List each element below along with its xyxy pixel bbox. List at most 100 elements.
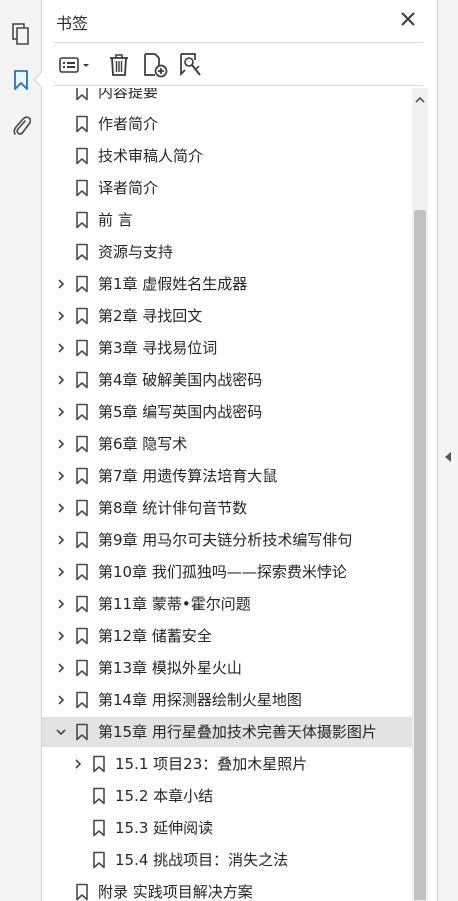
bookmark-label: 15.3 延伸阅读 [115,819,214,837]
pages-thumbnails-button[interactable] [0,16,42,52]
add-bookmark-icon [144,53,168,78]
bookmark-item[interactable]: 15.3 延伸阅读 [42,813,412,843]
bookmark-item[interactable]: 第14章 用探测器绘制火星地图 [42,685,412,715]
trash-icon [110,54,128,76]
chevron-right-icon[interactable] [54,277,68,291]
bookmark-item[interactable]: 15.4 挑战项目：消失之法 [42,845,412,875]
bookmark-item[interactable]: 第9章 用马尔可夫链分析技术编写俳句 [42,525,412,555]
chevron-right-icon[interactable] [54,597,68,611]
bookmark-item[interactable]: 内容提要 [42,88,412,107]
bookmark-item[interactable]: 第2章 寻找回文 [42,301,412,331]
bookmark-item[interactable]: 第8章 统计俳句音节数 [42,493,412,523]
chevron-right-icon[interactable] [54,469,68,483]
bookmark-label: 第11章 蒙蒂•霍尔问题 [98,595,251,613]
bookmark-item[interactable]: 作者简介 [42,109,412,139]
chevron-right-icon[interactable] [54,309,68,323]
chevron-down-icon[interactable] [54,725,68,739]
bookmark-label: 资源与支持 [98,243,174,261]
chevron-right-icon[interactable] [54,341,68,355]
bookmark-label: 第13章 模拟外星火山 [98,659,242,677]
bookmark-icon [75,371,89,389]
close-icon [401,12,415,26]
bookmarks-panel: 书签 内容提要 作者简介 技术审稿人简介 译者简介 前 言 资源与支持 第1章 … [42,0,437,901]
delete-bookmark-button[interactable] [106,51,132,79]
bookmark-icon [75,563,89,581]
bookmark-item[interactable]: 技术审稿人简介 [42,141,412,171]
chevron-right-icon[interactable] [54,693,68,707]
chevron-up-icon [415,96,425,103]
bookmark-label: 第10章 我们孤独吗——探索费米悖论 [98,563,347,581]
bookmark-item[interactable]: 前 言 [42,205,412,235]
bookmark-item[interactable]: 15.1 项目23：叠加木星照片 [42,749,412,779]
chevron-right-icon[interactable] [54,405,68,419]
bookmark-label: 作者简介 [98,115,159,133]
bookmark-icon [75,403,89,421]
search-bookmark-icon [180,53,201,77]
bookmark-label: 第1章 虚假姓名生成器 [98,275,248,293]
chevron-right-icon[interactable] [54,629,68,643]
bookmark-icon [75,307,89,325]
bookmark-icon [92,851,106,869]
bookmark-icon [75,115,89,133]
bookmark-item[interactable]: 15.2 本章小结 [42,781,412,811]
bookmark-item[interactable]: 第1章 虚假姓名生成器 [42,269,412,299]
scroll-up-button[interactable] [412,92,428,108]
collapse-panel-button[interactable] [442,450,454,464]
chevron-right-icon[interactable] [54,533,68,547]
bookmark-icon [75,275,89,293]
bookmark-label: 第6章 隐写术 [98,435,188,453]
bookmark-icon [92,787,106,805]
panel-title: 书签 [56,14,89,33]
bookmark-item[interactable]: 第11章 蒙蒂•霍尔问题 [42,589,412,619]
bookmark-label: 第14章 用探测器绘制火星地图 [98,691,302,709]
chevron-right-icon[interactable] [54,565,68,579]
bookmark-icon [75,499,89,517]
bookmark-item[interactable]: 第3章 寻找易位词 [42,333,412,363]
bookmark-item[interactable]: 第7章 用遗传算法培育大鼠 [42,461,412,491]
bookmark-label: 附录 实践项目解决方案 [98,883,253,901]
bookmark-item[interactable]: 第4章 破解美国内战密码 [42,365,412,395]
bookmarks-button[interactable] [0,62,42,98]
bookmark-label: 15.2 本章小结 [115,787,214,805]
bookmark-icon [75,243,89,261]
bookmark-item[interactable]: 第5章 编写英国内战密码 [42,397,412,427]
bookmark-label: 译者简介 [98,179,159,197]
panel-splitter[interactable] [437,0,458,901]
bookmark-icon [75,531,89,549]
panel-header: 书签 [42,0,437,40]
bookmark-icon [75,723,89,741]
bookmark-item[interactable]: 第6章 隐写术 [42,429,412,459]
attachments-button[interactable] [0,108,42,144]
chevron-right-icon[interactable] [54,437,68,451]
bookmark-label: 第9章 用马尔可夫链分析技术编写俳句 [98,531,353,549]
bookmark-label: 第2章 寻找回文 [98,307,203,325]
chevron-right-icon[interactable] [54,661,68,675]
bookmarks-toolbar [54,42,423,86]
bookmark-item[interactable]: 第15章 用行星叠加技术完善天体摄影图片 [42,717,412,747]
bookmark-tree: 内容提要作者简介技术审稿人简介译者简介前 言资源与支持第1章 虚假姓名生成器 第2… [42,88,412,901]
chevron-right-icon[interactable] [54,373,68,387]
navigation-rail [0,0,42,901]
bookmark-item[interactable]: 第12章 储蓄安全 [42,621,412,651]
bookmark-label: 第5章 编写英国内战密码 [98,403,263,421]
bookmark-item[interactable]: 附录 实践项目解决方案 [42,877,412,901]
triangle-left-icon [445,452,451,462]
bookmark-item[interactable]: 第13章 模拟外星火山 [42,653,412,683]
scrollbar-thumb[interactable] [414,210,426,900]
bookmark-item[interactable]: 译者简介 [42,173,412,203]
chevron-right-icon[interactable] [71,757,85,771]
bookmark-label: 前 言 [98,211,133,229]
close-panel-button[interactable] [397,8,419,30]
bookmark-icon [75,691,89,709]
chevron-right-icon[interactable] [54,501,68,515]
find-bookmark-button[interactable] [176,51,206,79]
bookmark-label: 第15章 用行星叠加技术完善天体摄影图片 [98,723,377,741]
bookmark-item[interactable]: 第10章 我们孤独吗——探索费米悖论 [42,557,412,587]
options-menu-button[interactable] [56,51,94,79]
vertical-scrollbar[interactable] [412,88,428,901]
bookmark-label: 15.1 项目23：叠加木星照片 [115,755,308,773]
bookmark-label: 内容提要 [98,88,159,101]
bookmark-item[interactable]: 资源与支持 [42,237,412,267]
new-bookmark-button[interactable] [140,51,170,79]
bookmark-icon [75,339,89,357]
